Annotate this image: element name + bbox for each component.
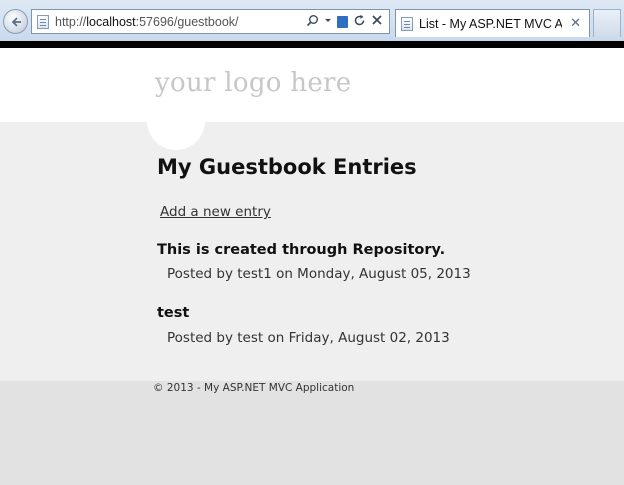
site-footer (0, 381, 624, 485)
dropdown-arrow-icon[interactable] (324, 14, 332, 30)
header-decoration (147, 92, 205, 150)
tab-list[interactable]: List - My ASP.NET MVC Ap... ✕ (395, 9, 590, 37)
entry-meta: Posted by test1 on Monday, August 05, 20… (167, 266, 471, 282)
tab-page-icon (401, 16, 413, 31)
compat-view-icon[interactable] (337, 15, 348, 28)
refresh-icon[interactable] (353, 14, 366, 30)
close-icon[interactable]: ✕ (562, 16, 589, 31)
back-button[interactable] (3, 9, 28, 34)
url-text[interactable]: http://localhost:57696/guestbook/ (55, 15, 306, 29)
footer-copyright: © 2013 - My ASP.NET MVC Application (153, 382, 355, 394)
entry-meta: Posted by test on Friday, August 02, 201… (167, 330, 450, 346)
page-icon (37, 14, 49, 29)
search-icon[interactable] (306, 14, 319, 30)
page-title: My Guestbook Entries (157, 155, 417, 179)
back-arrow-icon (11, 16, 21, 27)
add-entry-link[interactable]: Add a new entry (160, 204, 271, 220)
browser-toolbar: http://localhost:57696/guestbook/ List -… (0, 0, 624, 41)
entry-title: test (157, 305, 190, 321)
new-tab-button[interactable] (593, 9, 621, 37)
toolbar-divider (0, 41, 624, 48)
tab-title: List - My ASP.NET MVC Ap... (419, 16, 563, 31)
entry-title: This is created through Repository. (157, 242, 446, 258)
site-logo[interactable]: your logo here (155, 68, 351, 98)
address-bar[interactable]: http://localhost:57696/guestbook/ (31, 9, 390, 34)
stop-icon[interactable] (371, 14, 383, 29)
